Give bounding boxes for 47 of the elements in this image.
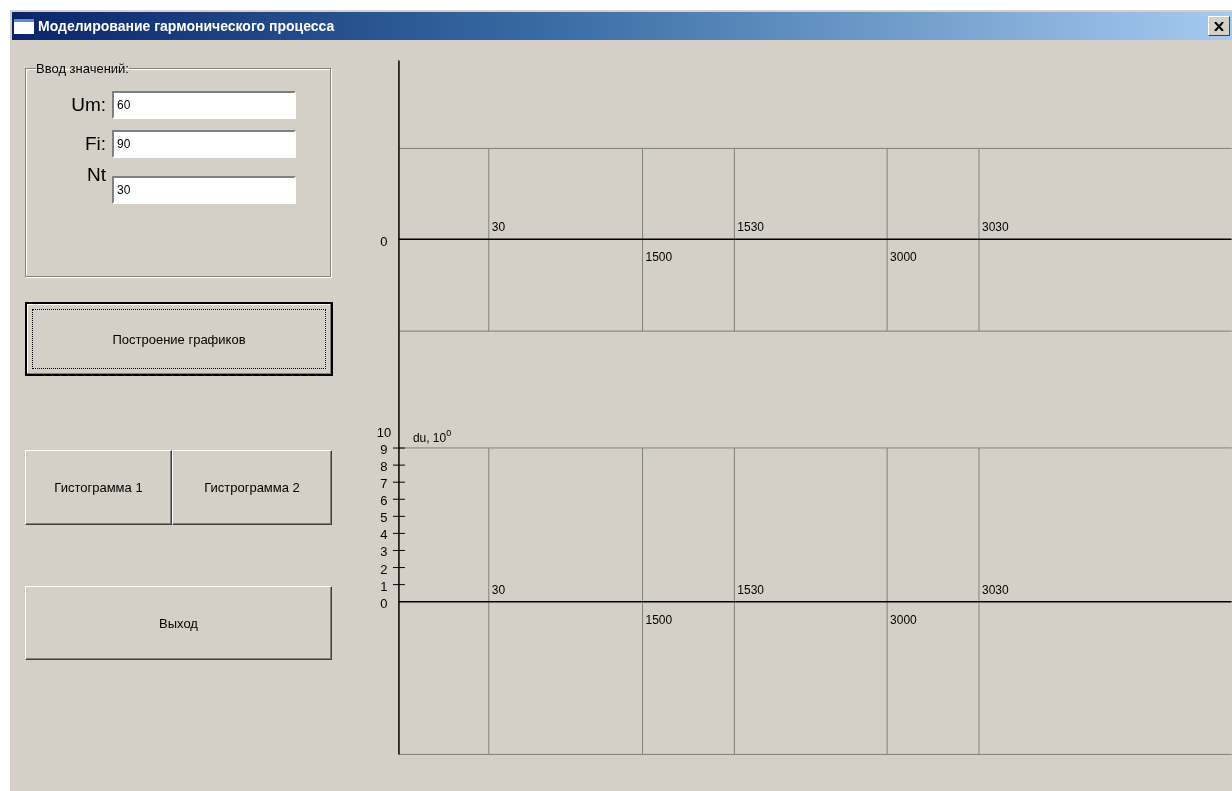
histogram-button[interactable]: Гистрограмма 2 — [172, 450, 332, 525]
input-field[interactable]: 60 — [112, 91, 296, 119]
x-tick-label: 3030 — [982, 582, 1010, 597]
y-tick-label: 4 — [380, 527, 388, 543]
tick-mark — [392, 532, 406, 534]
y-tick-label: 10 — [377, 424, 392, 440]
x-tick-label: 30 — [492, 220, 506, 235]
y-tick-label: 3 — [380, 544, 388, 560]
field-label: Um: — [70, 94, 107, 116]
x-tick-label: 1530 — [737, 220, 765, 235]
tick-mark — [392, 498, 406, 500]
input-field[interactable]: 90 — [112, 130, 296, 158]
y-tick-label: 5 — [380, 510, 388, 526]
tick-mark — [392, 481, 406, 483]
x-tick-label: 1500 — [645, 250, 673, 265]
group-legend: Ввод значений: — [36, 61, 129, 76]
x-tick-label: 3000 — [890, 612, 918, 627]
tick-mark — [392, 567, 406, 569]
y-tick-label: 8 — [380, 459, 388, 475]
plot-button[interactable]: Построение графиков — [25, 302, 333, 376]
tick-mark — [392, 515, 406, 517]
input-field[interactable]: 30 — [112, 176, 296, 204]
histogram-button[interactable]: Гистограмма 1 — [25, 450, 172, 525]
x-tick-label: 3000 — [890, 250, 918, 265]
y-tick-label: 0 — [380, 595, 388, 611]
y-tick-label: 0 — [380, 234, 388, 250]
tick-mark — [392, 464, 406, 466]
field-label: Fi: — [83, 133, 107, 155]
x-tick-label: 30 — [492, 582, 506, 597]
y-tick-label: 1 — [380, 578, 388, 594]
window-icon — [14, 18, 34, 34]
y-tick-label: 9 — [380, 442, 388, 458]
exit-button[interactable]: Выход — [25, 586, 332, 660]
window-title: Моделирование гармонического процесса — [38, 18, 336, 34]
close-icon — [1214, 21, 1224, 31]
y-tick-label: 2 — [380, 561, 388, 577]
x-tick-label: 3030 — [982, 220, 1010, 235]
close-button[interactable] — [1208, 16, 1230, 36]
tick-mark — [392, 584, 406, 586]
y-tick-label: 6 — [380, 493, 388, 509]
tick-mark — [392, 550, 406, 551]
x-tick-label: 1530 — [737, 582, 765, 597]
x-tick-label: 1500 — [645, 612, 673, 627]
y-axis-title: du, 10$^{0}$ — [413, 427, 452, 445]
field-label: Nt — [86, 164, 107, 186]
tick-mark — [392, 447, 406, 449]
y-tick-label: 7 — [380, 476, 388, 492]
